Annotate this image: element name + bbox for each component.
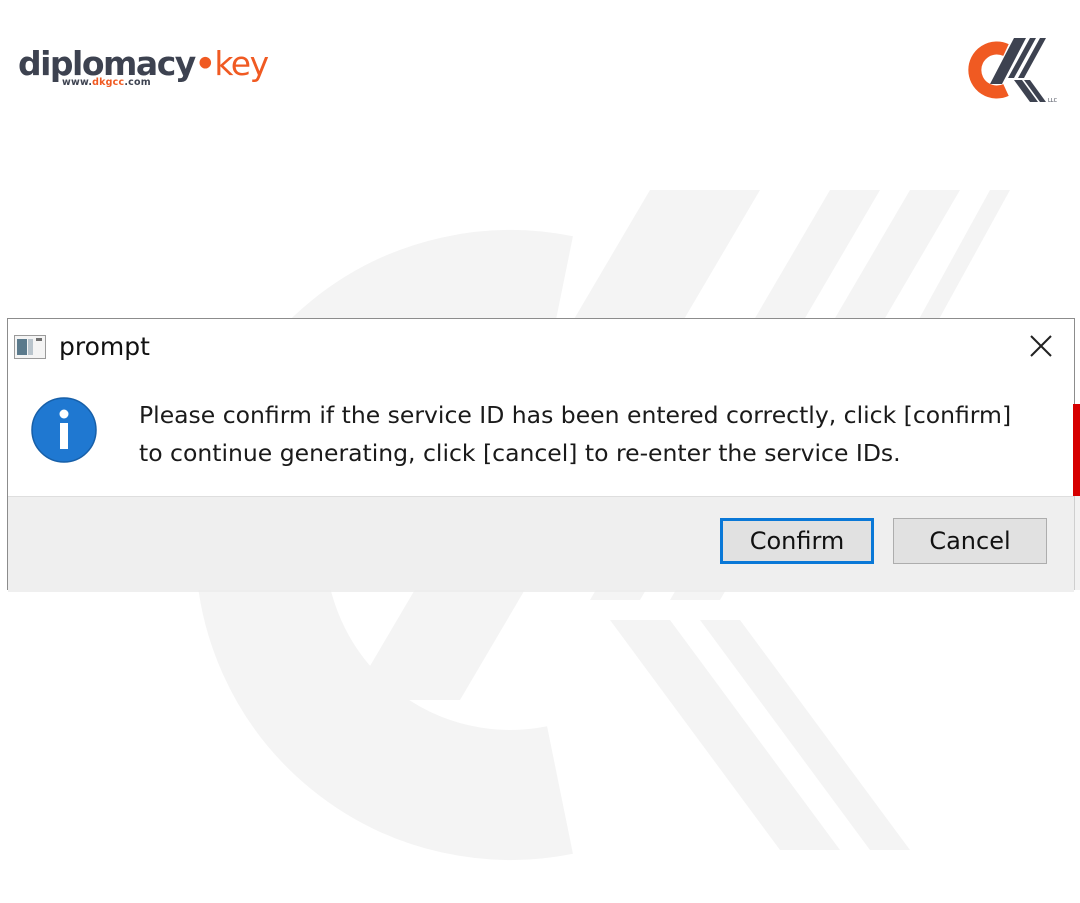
brand-url-prefix: www. [62, 77, 93, 88]
background-window-edge [1073, 404, 1080, 496]
brand-name-dot: • [194, 44, 216, 83]
dialog-title: prompt [59, 332, 150, 361]
close-icon[interactable] [1018, 327, 1064, 367]
info-icon [31, 397, 97, 463]
background-window-strip [1074, 496, 1080, 590]
cancel-button[interactable]: Cancel [893, 518, 1047, 564]
prompt-dialog: prompt Please confirm if the service ID … [7, 318, 1075, 592]
brand-logo: diplomacy•key www.dkgcc.com [18, 44, 269, 94]
confirm-button[interactable]: Confirm [720, 518, 874, 564]
svg-text:LLC: LLC [1048, 98, 1058, 104]
dialog-button-bar: Confirm Cancel [8, 496, 1074, 592]
brand-url-accent: dkgcc [92, 77, 125, 88]
brand-url: www.dkgcc.com [62, 77, 151, 88]
dk-logo-icon: LLC [968, 38, 1058, 104]
dialog-titlebar: prompt [8, 319, 1074, 375]
dialog-message: Please confirm if the service ID has bee… [139, 401, 1012, 467]
brand-name-suffix: key [214, 44, 269, 83]
brand-url-suffix: .com [124, 77, 151, 88]
app-window-icon [14, 335, 46, 359]
